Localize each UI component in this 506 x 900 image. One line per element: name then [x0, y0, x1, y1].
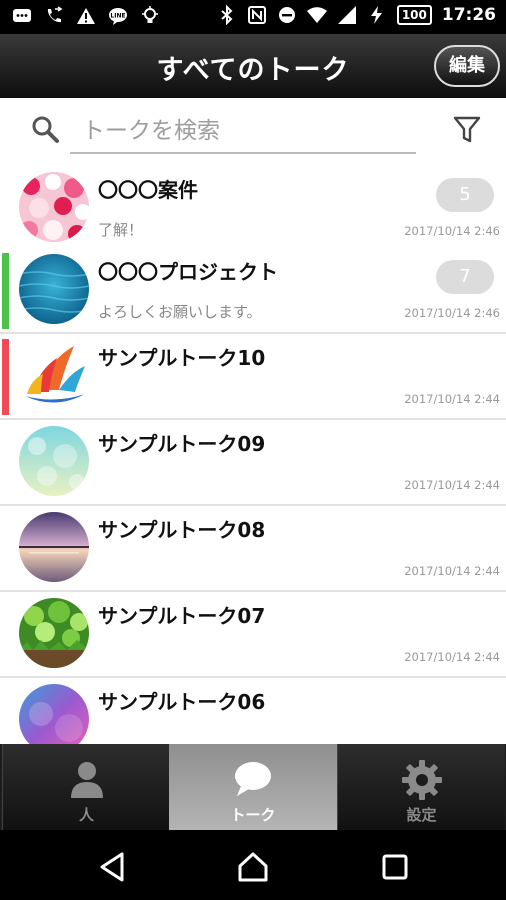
avatar	[19, 598, 89, 668]
talk-time: 2017/10/14 2:44	[404, 564, 500, 578]
wifi-icon	[306, 7, 327, 23]
talk-name: 〇〇〇案件	[98, 178, 198, 202]
signal-icon	[337, 6, 356, 24]
nfc-icon	[247, 6, 266, 24]
avatar	[19, 426, 89, 496]
label-marker-green	[2, 253, 9, 329]
gear-icon	[402, 760, 442, 800]
page-title: すべてのトーク	[156, 55, 350, 86]
do-not-disturb-icon	[278, 7, 295, 23]
bluetooth-icon	[221, 5, 233, 25]
search-input[interactable]	[70, 110, 416, 154]
talk-row[interactable]: サンプルトーク10 2017/10/14 2:44	[0, 334, 506, 420]
unread-badge: 5	[436, 178, 494, 212]
talk-name: 〇〇〇プロジェクト	[98, 260, 278, 284]
tab-label: トーク	[230, 806, 276, 824]
avatar	[19, 340, 89, 410]
tab-label: 人	[78, 806, 94, 824]
avatar	[19, 172, 89, 242]
talk-row[interactable]: サンプルトーク06	[0, 678, 506, 744]
chat-bubble-icon	[235, 762, 271, 796]
recents-icon[interactable]	[378, 850, 412, 884]
back-icon[interactable]	[96, 850, 130, 884]
svg-text:LINE: LINE	[110, 13, 125, 20]
bulb-icon	[142, 6, 158, 23]
talk-time: 2017/10/14 2:44	[404, 392, 500, 406]
search-bar	[0, 98, 506, 166]
unread-badge: 7	[436, 260, 494, 294]
talk-row[interactable]: サンプルトーク09 2017/10/14 2:44	[0, 420, 506, 506]
talk-row[interactable]: 〇〇〇案件 了解！ 5 2017/10/14 2:46	[0, 166, 506, 252]
talk-name: サンプルトーク07	[98, 604, 266, 628]
warning-icon	[77, 8, 95, 24]
tab-label: 設定	[406, 806, 437, 824]
line-icon: LINE	[109, 8, 127, 25]
tab-people[interactable]: 人	[2, 744, 170, 830]
message-icon	[13, 9, 31, 22]
avatar	[19, 684, 89, 744]
filter-icon[interactable]	[452, 114, 482, 144]
talk-row[interactable]: サンプルトーク07 2017/10/14 2:44	[0, 592, 506, 678]
search-icon[interactable]	[30, 114, 60, 144]
charging-icon	[370, 6, 382, 24]
avatar	[19, 254, 89, 324]
talk-time: 2017/10/14 2:46	[404, 224, 500, 238]
talk-last-message: 了解！	[98, 221, 144, 239]
tab-talk[interactable]: トーク	[169, 744, 337, 830]
home-icon[interactable]	[236, 850, 270, 884]
call-forward-icon	[47, 6, 63, 23]
edit-button[interactable]: 編集	[434, 45, 500, 87]
clock: 17:26	[441, 5, 496, 25]
title-bar: すべてのトーク 編集	[0, 34, 506, 98]
talk-last-message: よろしくお願いします。	[98, 303, 262, 321]
tab-bar: 人 トーク 設定	[0, 744, 506, 830]
talk-name: サンプルトーク10	[98, 346, 266, 370]
status-bar: LINE 100 17:26	[0, 0, 506, 34]
talk-row[interactable]: サンプルトーク08 2017/10/14 2:44	[0, 506, 506, 592]
talk-time: 2017/10/14 2:44	[404, 650, 500, 664]
talk-time: 2017/10/14 2:44	[404, 478, 500, 492]
talk-time: 2017/10/14 2:46	[404, 306, 500, 320]
talk-name: サンプルトーク06	[98, 690, 266, 714]
talk-name: サンプルトーク08	[98, 518, 266, 542]
person-icon	[71, 762, 103, 798]
talk-list: 〇〇〇案件 了解！ 5 2017/10/14 2:46 〇〇〇プロジェクト よろ…	[0, 166, 506, 744]
talk-name: サンプルトーク09	[98, 432, 266, 456]
avatar	[19, 512, 89, 582]
system-nav-bar	[0, 830, 506, 900]
label-marker-red	[2, 339, 9, 415]
tab-settings[interactable]: 設定	[337, 744, 505, 830]
battery-level: 100	[396, 5, 432, 25]
talk-row[interactable]: 〇〇〇プロジェクト よろしくお願いします。 7 2017/10/14 2:46	[0, 248, 506, 334]
